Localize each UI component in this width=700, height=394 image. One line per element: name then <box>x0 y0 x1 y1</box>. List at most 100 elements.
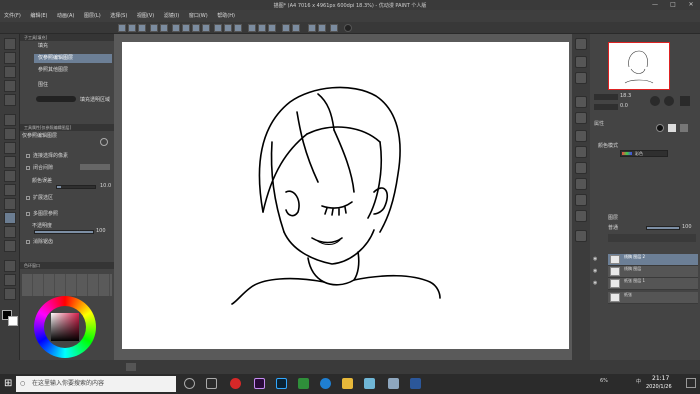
layer-property-icon[interactable] <box>575 96 587 108</box>
blend-mode[interactable]: 普通 <box>608 224 618 231</box>
sub-view-icon[interactable] <box>575 72 587 84</box>
color-margin-slider[interactable] <box>56 185 96 189</box>
thumbnail-icon[interactable] <box>126 363 136 371</box>
select-all-icon[interactable] <box>234 24 242 32</box>
eye-icon[interactable]: ◉ <box>593 280 599 286</box>
close-gap-level-picker[interactable] <box>80 164 110 170</box>
layer-color-icon[interactable] <box>680 124 688 132</box>
auto-action-icon[interactable] <box>575 162 587 174</box>
transform-icon[interactable] <box>214 24 222 32</box>
word-icon[interactable] <box>410 378 421 389</box>
subtool-refer-editing-layer[interactable]: 仅参照编辑图层 <box>34 54 112 63</box>
file-explorer-icon[interactable] <box>342 378 353 389</box>
layer-transform-icon[interactable] <box>282 24 290 32</box>
expression-color-icon[interactable] <box>668 124 676 132</box>
new-file-icon[interactable] <box>118 24 126 32</box>
pen-tool-icon[interactable] <box>4 114 16 126</box>
save-icon[interactable] <box>138 24 146 32</box>
eye-icon[interactable]: ◉ <box>593 256 599 262</box>
menu-filter[interactable]: 滤镜(I) <box>160 10 183 19</box>
eye-icon[interactable]: ◉ <box>593 268 599 274</box>
brush-tool-icon[interactable] <box>4 142 16 154</box>
layer-row[interactable]: 纸张 图层 1 <box>608 278 698 290</box>
cortana-icon[interactable] <box>184 378 195 389</box>
flip-icon[interactable] <box>680 96 690 106</box>
layer-row[interactable]: 纸张 <box>608 292 698 304</box>
rotate-slider[interactable] <box>594 104 618 110</box>
layers-icon[interactable] <box>575 230 587 242</box>
snap-grid-icon[interactable] <box>258 24 266 32</box>
zoom-tool-icon[interactable] <box>4 38 16 50</box>
color-saturation-square[interactable] <box>51 313 79 341</box>
blend-tool-icon[interactable] <box>4 198 16 210</box>
menu-select[interactable]: 选择(S) <box>106 10 131 19</box>
move-tool-icon[interactable] <box>4 52 16 64</box>
gradient-tool-icon[interactable] <box>4 226 16 238</box>
windows-start-icon[interactable]: ⊞ <box>4 379 14 389</box>
menu-edit[interactable]: 编辑(E) <box>26 10 51 19</box>
layer-opacity-slider[interactable] <box>646 226 680 230</box>
paste-icon[interactable] <box>202 24 210 32</box>
layer-row[interactable]: 线稿 图层 <box>608 266 698 278</box>
check-icon[interactable] <box>26 195 30 200</box>
layer-row[interactable]: 线稿 图层 2 <box>608 254 698 266</box>
history-icon[interactable] <box>575 146 587 158</box>
cut-icon[interactable] <box>182 24 190 32</box>
zoom-icon[interactable] <box>575 38 587 50</box>
subtool-enclose[interactable]: 围住 <box>34 81 112 90</box>
menu-animation[interactable]: 动画(A) <box>53 10 78 19</box>
opacity-slider[interactable] <box>34 230 94 234</box>
rotate-right-icon[interactable] <box>664 96 674 106</box>
clip-studio-icon[interactable] <box>388 378 399 389</box>
copy-icon[interactable] <box>192 24 200 32</box>
drawing-canvas[interactable] <box>122 42 569 349</box>
deselect-icon[interactable] <box>224 24 232 32</box>
premiere-icon[interactable] <box>254 378 265 389</box>
menu-help[interactable]: 帮助(H) <box>213 10 239 19</box>
close-button[interactable]: ✕ <box>682 0 700 10</box>
photoshop-icon[interactable] <box>276 378 287 389</box>
subtool-group-fill[interactable]: 填充 <box>34 42 112 51</box>
undo-icon[interactable] <box>150 24 158 32</box>
fill-tool-icon[interactable] <box>4 212 16 224</box>
menu-window[interactable]: 窗口(W) <box>185 10 212 19</box>
decoration-tool-icon[interactable] <box>4 170 16 182</box>
redo-icon[interactable] <box>160 24 168 32</box>
netease-music-icon[interactable] <box>230 378 241 389</box>
color-set-grid[interactable] <box>22 274 112 296</box>
text-tool-icon[interactable] <box>4 260 16 272</box>
task-view-icon[interactable] <box>206 378 217 389</box>
info-icon[interactable] <box>575 178 587 190</box>
menu-file[interactable]: 文件(F) <box>0 10 25 19</box>
clock-time[interactable]: 21:17 <box>652 375 669 382</box>
minimize-button[interactable]: — <box>646 0 664 10</box>
check-icon[interactable] <box>26 153 30 158</box>
open-file-icon[interactable] <box>128 24 136 32</box>
animation-icon[interactable] <box>575 194 587 206</box>
app-green-icon[interactable] <box>298 378 309 389</box>
tool-search-icon[interactable] <box>100 138 108 146</box>
check-icon[interactable] <box>26 165 30 170</box>
navigator-thumbnail[interactable] <box>608 42 670 90</box>
check-icon[interactable] <box>26 211 30 216</box>
correct-line-tool-icon[interactable] <box>4 288 16 300</box>
color-wheel-icon[interactable] <box>308 24 316 32</box>
ime-indicator[interactable]: 中 <box>636 378 641 385</box>
rotate-left-icon[interactable] <box>650 96 660 106</box>
maximize-button[interactable]: □ <box>664 0 682 10</box>
taskbar-search-input[interactable]: ○ 在这里输入你要搜索的内容 <box>16 376 176 392</box>
subtool-refer-other-layers[interactable]: 参照其他图层 <box>34 66 112 75</box>
color-history-icon[interactable] <box>575 210 587 222</box>
menu-view[interactable]: 视图(V) <box>133 10 158 19</box>
balloon-tool-icon[interactable] <box>4 274 16 286</box>
figure-tool-icon[interactable] <box>4 240 16 252</box>
clear-icon[interactable] <box>172 24 180 32</box>
menu-layer[interactable]: 图层(L) <box>80 10 105 19</box>
assets-icon[interactable] <box>344 24 352 32</box>
edge-icon[interactable] <box>320 378 331 389</box>
navigator-icon[interactable] <box>575 56 587 68</box>
subtool-fill-transparent[interactable]: 填充透明区域 <box>76 96 112 105</box>
battery-indicator[interactable]: 6% <box>600 378 608 384</box>
notification-icon[interactable] <box>686 378 696 388</box>
snap-ruler-icon[interactable] <box>248 24 256 32</box>
